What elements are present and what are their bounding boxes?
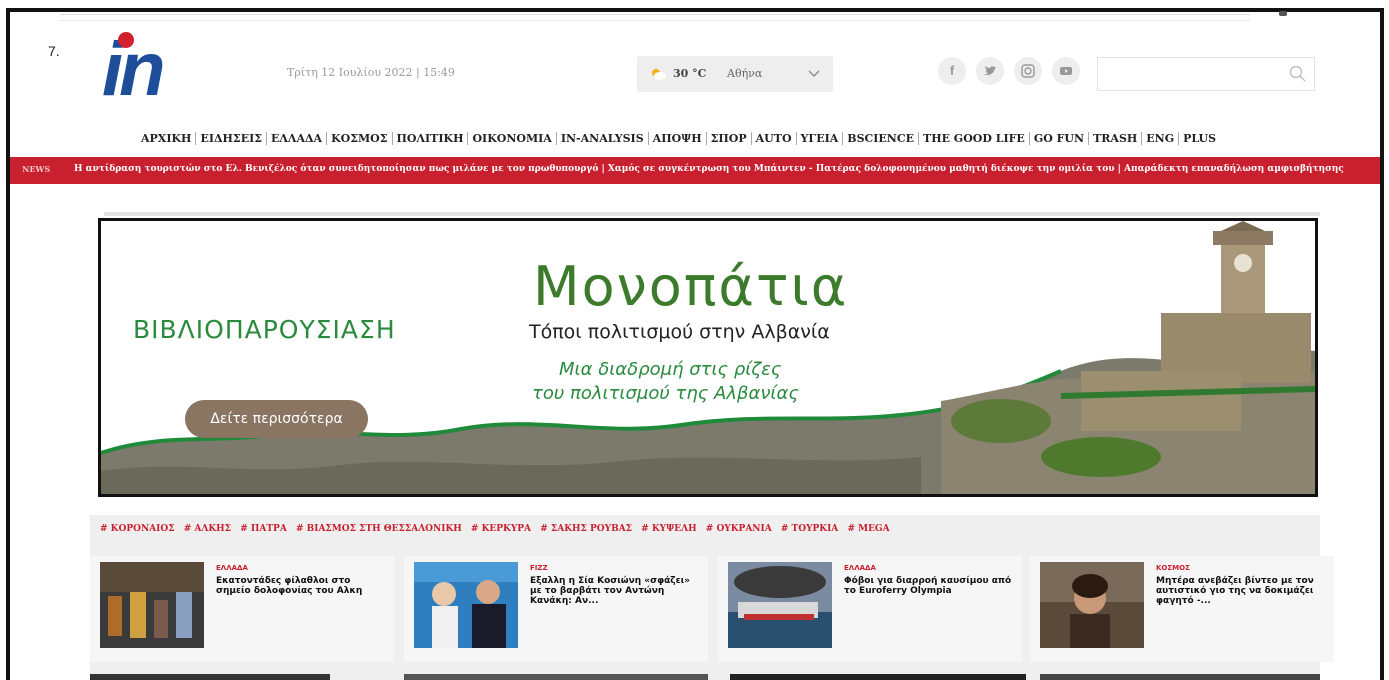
next-row-image-strip [730, 674, 1026, 680]
item-number: 7. [48, 43, 60, 59]
nav-item-go-fun[interactable]: GO FUN [1030, 131, 1090, 145]
weather-city: Αθήνα [727, 67, 763, 80]
nav-item-sport[interactable]: ΣΠΟΡ [707, 131, 752, 145]
card-thumbnail [100, 562, 204, 648]
card-thumbnail [1040, 562, 1144, 648]
nav-item-greece[interactable]: ΕΛΛΑΔΑ [267, 131, 328, 145]
card-thumbnail [728, 562, 832, 648]
news-card[interactable]: FIZZ Εξαλλη η Σία Κοσιώνη «σφάζει» με το… [404, 556, 708, 662]
tag-link[interactable]: # ΚΥΨΕΛΗ [641, 524, 697, 534]
ticker-label: NEWS [22, 164, 51, 174]
card-category: FIZZ [530, 564, 548, 572]
instagram-glyph-icon [1021, 64, 1035, 78]
news-card[interactable]: ΕΛΛΑΔΑ Εκατοντάδες φίλαθλοι στο σημείο δ… [90, 556, 394, 662]
card-title[interactable]: Φόβοι για διαρροή καυσίμου από το Eurofe… [844, 576, 1014, 596]
nav-item-plus[interactable]: PLUS [1179, 132, 1220, 145]
banner-title: Μονοπάτια [533, 255, 849, 318]
weather-widget[interactable]: 30 °C Αθήνα [637, 56, 833, 92]
trending-tags: # ΚΟΡΟΝΑΙΟΣ # ΑΛΚΗΣ # ΠΑΤΡΑ # ΒΙΑΣΜΟΣ ΣΤ… [100, 524, 896, 534]
banner-tagline-2: του πολιτισμού της Αλβανίας [532, 383, 799, 404]
chevron-down-icon[interactable] [807, 66, 821, 80]
sun-cloud-icon [652, 69, 666, 80]
nav-item-eng[interactable]: ENG [1142, 131, 1180, 145]
nav-item-in-analysis[interactable]: IN-ANALYSIS [557, 131, 649, 145]
ad-banner[interactable]: ΒΙΒΛΙΟΠΑΡΟΥΣΙΑΣΗ Μονοπάτια Τόποι πολιτισ… [98, 218, 1318, 497]
card-category: ΕΛΛΑΔΑ [216, 564, 248, 572]
header-date: Τρίτη 12 Ιουλίου 2022 | 15:49 [287, 66, 455, 79]
banner-tagline-1: Μια διαδρομή στις ρίζες [559, 359, 782, 380]
news-card[interactable]: ΕΛΛΑΔΑ Φόβοι για διαρροή καυσίμου από το… [718, 556, 1022, 662]
next-row-image-strip [404, 674, 708, 680]
nav-item-news[interactable]: ΕΙΔΗΣΕΙΣ [196, 131, 267, 145]
banner-subtitle: Τόποι πολιτισμού στην Αλβανία [529, 321, 830, 343]
nav-item-trash[interactable]: TRASH [1089, 131, 1143, 145]
tag-link[interactable]: # ΤΟΥΡΚΙΑ [781, 524, 838, 534]
tag-link[interactable]: # ΚΕΡΚΥΡΑ [471, 524, 531, 534]
search-input[interactable] [1097, 57, 1315, 91]
next-row-image-strip [90, 674, 330, 680]
card-title[interactable]: Εξαλλη η Σία Κοσιώνη «σφάζει» με το βαρβ… [530, 576, 700, 606]
nav-item-good-life[interactable]: THE GOOD LIFE [919, 131, 1030, 145]
nav-item-health[interactable]: ΥΓΕΙΑ [797, 131, 844, 145]
nav-item-politics[interactable]: ΠΟΛΙΤΙΚΗ [393, 131, 469, 145]
weather-temperature: 30 °C [673, 67, 707, 80]
frame-border-left [6, 8, 10, 680]
youtube-icon[interactable] [1052, 57, 1080, 85]
site-logo[interactable]: in [102, 28, 182, 110]
twitter-bird-icon [984, 66, 996, 75]
tag-link[interactable]: # ΠΑΤΡΑ [240, 524, 287, 534]
nav-item-bscience[interactable]: BSCIENCE [843, 131, 920, 145]
news-card[interactable]: ΚΟΣΜΟΣ Μητέρα ανεβάζει βίντεο με τον αυτ… [1030, 556, 1334, 662]
logo-dot [118, 32, 134, 48]
banner-top-shadow [104, 212, 1320, 216]
main-navigation: ΑΡΧΙΚΗ ΕΙΔΗΣΕΙΣ ΕΛΛΑΔΑ ΚΟΣΜΟΣ ΠΟΛΙΤΙΚΗ Ο… [137, 130, 1220, 146]
nav-item-economy[interactable]: ΟΙΚΟΝΟΜΙΑ [468, 131, 557, 145]
frame-border-right [1380, 8, 1384, 680]
card-title[interactable]: Εκατοντάδες φίλαθλοι στο σημείο δολοφονί… [216, 576, 386, 596]
next-row-image-strip [1040, 674, 1320, 680]
tag-link[interactable]: # ΚΟΡΟΝΑΙΟΣ [100, 524, 175, 534]
facebook-icon[interactable]: f [938, 57, 966, 85]
page-frame: 7. in Τρίτη 12 Ιουλίου 2022 | 15:49 30 °… [0, 0, 1389, 680]
twitter-icon[interactable] [976, 57, 1004, 85]
news-ticker[interactable]: NEWS Η αντίδραση τουριστών στο Ελ. Βενιζ… [10, 157, 1380, 184]
tag-link[interactable]: # ΟΥΚΡΑΝΙΑ [706, 524, 772, 534]
card-category: ΕΛΛΑΔΑ [844, 564, 876, 572]
search-icon[interactable] [1288, 64, 1308, 84]
nav-item-home[interactable]: ΑΡΧΙΚΗ [137, 131, 197, 145]
tag-link[interactable]: # ΣΑΚΗΣ ΡΟΥΒΑΣ [540, 524, 632, 534]
tag-link[interactable]: # ΒΙΑΣΜΟΣ ΣΤΗ ΘΕΣΣΑΛΟΝΙΚΗ [296, 524, 462, 534]
tag-link[interactable]: # ΑΛΚΗΣ [184, 524, 231, 534]
youtube-glyph-icon [1060, 67, 1072, 75]
top-scroll-indicator [1279, 11, 1287, 16]
ticker-headlines[interactable]: Η αντίδραση τουριστών στο Ελ. Βενιζέλος … [74, 164, 1344, 174]
card-category: ΚΟΣΜΟΣ [1156, 564, 1190, 572]
nav-item-opinion[interactable]: ΑΠΟΨΗ [649, 131, 707, 145]
instagram-icon[interactable] [1014, 57, 1042, 85]
frame-border-top [6, 8, 1384, 12]
card-thumbnail [414, 562, 518, 648]
nav-item-auto[interactable]: AUTO [752, 131, 797, 145]
tag-link[interactable]: # MEGA [847, 524, 889, 534]
top-address-strip [60, 14, 1250, 21]
banner-left-title: ΒΙΒΛΙΟΠΑΡΟΥΣΙΑΣΗ [133, 315, 396, 344]
card-title[interactable]: Μητέρα ανεβάζει βίντεο με τον αυτιστικό … [1156, 576, 1326, 606]
see-more-button[interactable]: Δείτε περισσότερα [185, 400, 368, 438]
nav-item-world[interactable]: ΚΟΣΜΟΣ [327, 131, 393, 145]
